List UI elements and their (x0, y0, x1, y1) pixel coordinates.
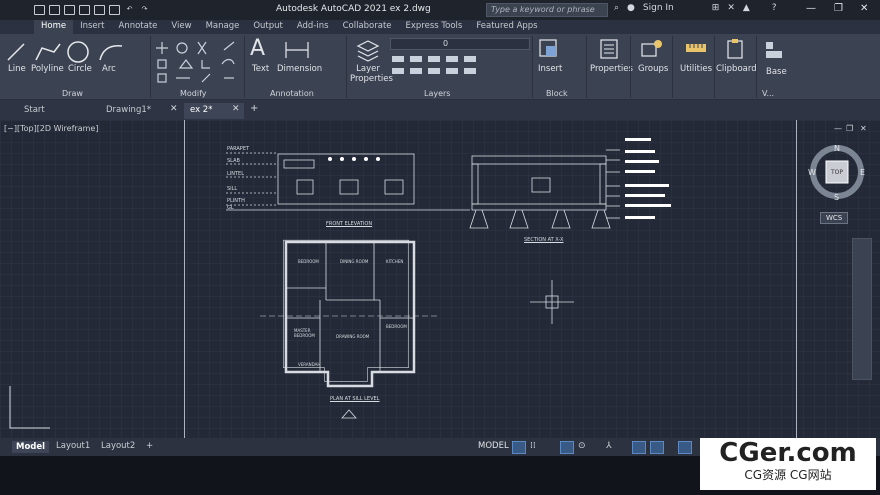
room-label: MASTER BEDROOM (294, 328, 315, 338)
close-icon[interactable]: ✕ (860, 124, 867, 133)
annotation-scale-icon[interactable] (650, 441, 664, 454)
tab-layout1[interactable]: Layout1 (56, 441, 90, 451)
level-label: SILL (227, 186, 238, 192)
room-label: DINING ROOM (340, 259, 369, 264)
level-label: PLINTH (227, 198, 245, 204)
isodraft-icon[interactable]: ⅄ (606, 441, 612, 451)
model-space-button[interactable]: MODEL (478, 441, 509, 451)
room-label: DRAWING ROOM (336, 334, 370, 339)
compass-n: N (834, 144, 840, 153)
room-label: KITCHEN (386, 259, 404, 264)
polar-icon[interactable]: ⊙ (578, 441, 586, 451)
drawing-geometry (9, 138, 671, 429)
plan-title: PLAN AT SILL LEVEL (330, 396, 380, 402)
minimize-icon[interactable]: — (834, 124, 842, 133)
snap-icon[interactable]: ⁞⁞ (530, 441, 536, 451)
osnap-icon[interactable] (632, 441, 646, 454)
ortho-icon[interactable] (560, 441, 574, 454)
tab-model[interactable]: Model (12, 441, 50, 453)
section-title: SECTION AT X-X (524, 237, 564, 243)
level-label: SLAB (227, 158, 240, 164)
room-label: BEDROOM (386, 324, 407, 329)
level-label: GL (227, 205, 234, 211)
navigation-bar[interactable] (852, 238, 872, 380)
level-label: LINTEL (227, 171, 244, 177)
room-label: BEDROOM (298, 259, 319, 264)
wcs-button[interactable]: WCS (820, 212, 849, 224)
level-label: PARAPET (227, 146, 250, 152)
watermark-subtitle: CG资源 CG网站 (744, 468, 832, 482)
watermark-title: CGer.com (719, 438, 857, 468)
annotation-visibility-icon[interactable] (678, 441, 692, 454)
elevation-title: FRONT ELEVATION (326, 221, 373, 227)
viewcube-top[interactable]: TOP (831, 169, 843, 176)
compass-e: E (860, 168, 866, 177)
watermark: CGer.com CG资源 CG网站 (700, 438, 876, 490)
tab-layout2[interactable]: Layout2 (101, 441, 135, 451)
compass-w: W (808, 168, 816, 177)
room-label: VERANDAH (298, 362, 321, 367)
grid-icon[interactable] (512, 441, 526, 454)
compass-s: S (834, 193, 840, 202)
restore-icon[interactable]: ❐ (846, 124, 853, 133)
add-layout-icon[interactable]: + (146, 441, 153, 451)
